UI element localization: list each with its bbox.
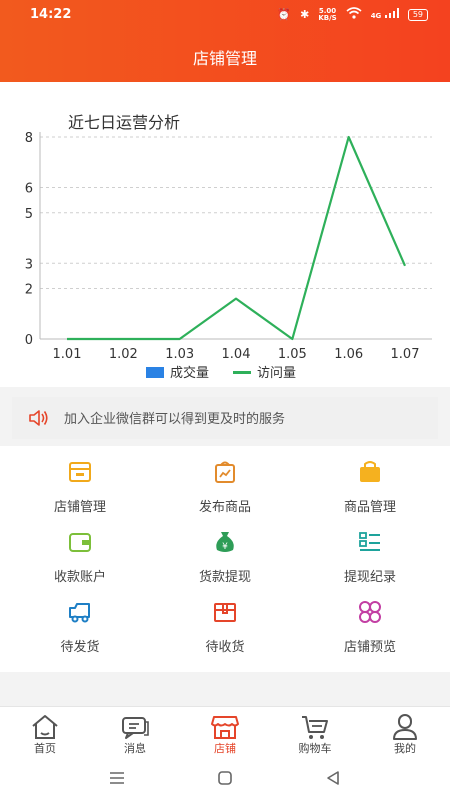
battery-icon: 59 — [407, 8, 428, 21]
x-tick-label: 1.02 — [109, 347, 138, 362]
function-menu: 店铺管理 发布商品 商品管理 收款账户 ¥ 货款提现 提现纪录 待发货 待收货 … — [0, 446, 450, 672]
speaker-icon — [28, 408, 50, 432]
bottom-tabbar: 首页 消息 店铺 购物车 我的 — [0, 706, 450, 760]
x-tick-label: 1.01 — [53, 347, 82, 362]
system-nav-bar — [0, 760, 450, 800]
svg-text:¥: ¥ — [222, 542, 228, 552]
menu-item-publish-goods[interactable]: 发布商品 — [150, 448, 300, 518]
bluetooth-icon: ✱ — [300, 8, 310, 21]
home-icon — [30, 713, 60, 741]
x-tick-label: 1.06 — [334, 347, 363, 362]
box-icon — [212, 600, 238, 624]
tab-home[interactable]: 首页 — [0, 707, 90, 761]
status-time: 14:22 — [30, 7, 72, 22]
legend-swatch — [146, 367, 164, 378]
tab-cart[interactable]: 购物车 — [270, 707, 360, 761]
status-icons: ⏰ ✱ 5.00 KB/S 4G 59 — [277, 7, 428, 22]
legend-swatch — [233, 371, 251, 374]
menu-item-withdraw[interactable]: ¥ 货款提现 — [150, 518, 300, 588]
status-bar: 14:22 ⏰ ✱ 5.00 KB/S 4G 59 — [0, 0, 450, 30]
tab-store[interactable]: 店铺 — [180, 707, 270, 761]
chart-card: 近七日运营分析 0 2 3 5 6 8 1.01 1.02 1.03 1.04 1.05 1.06 1.… — [0, 82, 450, 387]
truck-icon — [67, 600, 93, 624]
wallet-icon — [67, 530, 93, 554]
menu-item-shop-manage[interactable]: 店铺管理 — [5, 448, 155, 518]
legend-label: 成交量 — [170, 365, 209, 381]
x-tick-label: 1.05 — [278, 347, 307, 362]
x-tick-label: 1.07 — [391, 347, 420, 362]
notice-bar[interactable]: 加入企业微信群可以得到更及时的服务 — [12, 397, 438, 439]
chart-title: 近七日运营分析 — [68, 113, 180, 132]
menu-item-to-ship[interactable]: 待发货 — [5, 588, 155, 658]
alarm-icon: ⏰ — [277, 8, 292, 21]
y-tick-label: 6 — [25, 182, 33, 197]
menu-item-goods-manage[interactable]: 商品管理 — [295, 448, 445, 518]
back-nav-button[interactable] — [325, 770, 341, 790]
menu-item-to-receive[interactable]: 待收货 — [150, 588, 300, 658]
operation-chart: 近七日运营分析 0 2 3 5 6 8 1.01 1.02 1.03 1.04 1.05 1.06 1.… — [25, 113, 432, 381]
menu-item-receive-account[interactable]: 收款账户 — [5, 518, 155, 588]
money-bag-icon: ¥ — [212, 530, 238, 554]
y-tick-label: 0 — [25, 333, 33, 348]
series-line-visits — [67, 135, 407, 341]
notice-text: 加入企业微信群可以得到更及时的服务 — [64, 412, 286, 427]
y-tick-label: 8 — [25, 131, 33, 146]
wifi-icon — [346, 7, 362, 22]
menu-nav-button[interactable] — [108, 770, 126, 790]
y-tick-label: 3 — [25, 257, 33, 272]
menu-item-shop-preview[interactable]: 店铺预览 — [295, 588, 445, 658]
y-tick-label: 5 — [25, 207, 33, 222]
grid-icon — [357, 600, 383, 624]
publish-icon — [212, 460, 238, 484]
list-icon — [357, 530, 383, 554]
bag-icon — [357, 460, 383, 484]
legend-label: 访问量 — [257, 366, 296, 381]
x-tick-label: 1.04 — [222, 347, 251, 362]
shop-icon — [67, 460, 93, 484]
signal-icon: 4G — [371, 8, 399, 21]
page-title: 店铺管理 — [192, 49, 257, 68]
home-nav-button[interactable] — [217, 770, 233, 790]
x-tick-label: 1.03 — [165, 347, 194, 362]
app-header: 14:22 ⏰ ✱ 5.00 KB/S 4G 59 店铺管理 — [0, 0, 450, 82]
net-speed: 5.00 KB/S — [318, 6, 337, 22]
cart-icon — [300, 713, 330, 741]
y-tick-label: 2 — [25, 283, 33, 298]
tab-mine[interactable]: 我的 — [360, 707, 450, 761]
menu-item-withdraw-record[interactable]: 提现纪录 — [295, 518, 445, 588]
message-icon — [120, 713, 150, 741]
user-icon — [390, 713, 420, 741]
tab-message[interactable]: 消息 — [90, 707, 180, 761]
store-icon — [210, 713, 240, 741]
